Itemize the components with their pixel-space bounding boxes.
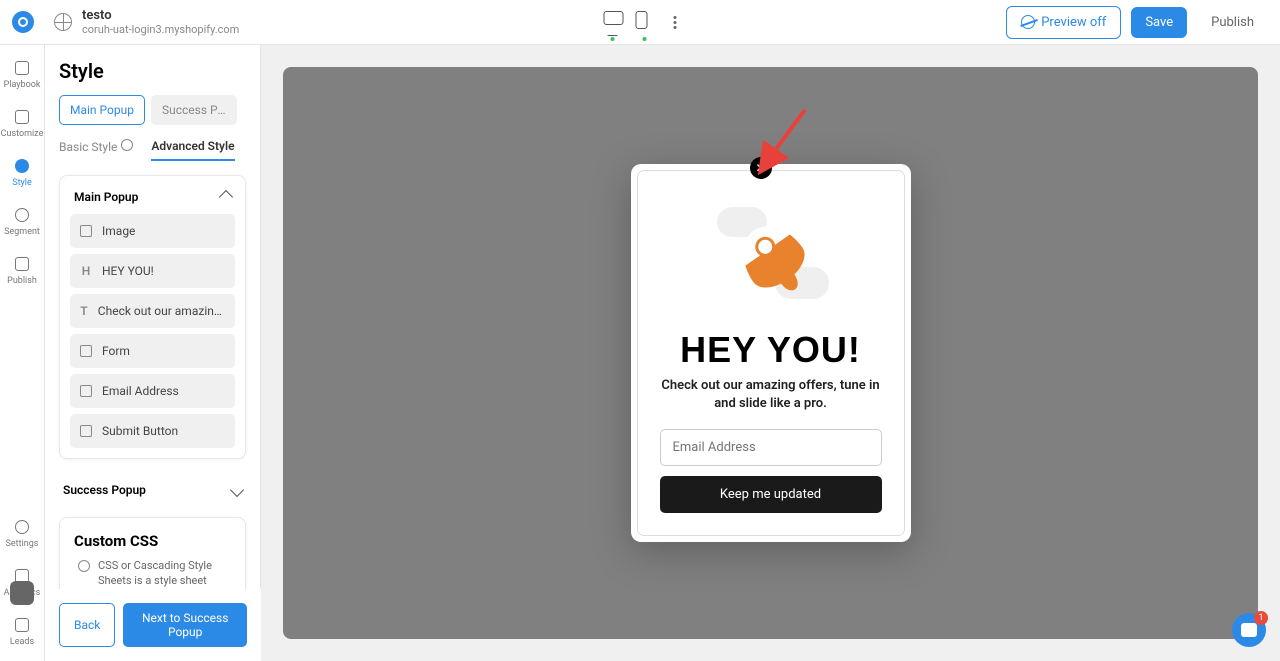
item-heading[interactable]: HHEY YOU!: [70, 254, 235, 288]
main-popup-header[interactable]: Main Popup: [70, 186, 235, 214]
submit-button[interactable]: Keep me updated: [660, 476, 882, 513]
back-button[interactable]: Back: [59, 603, 115, 647]
email-icon: [80, 385, 92, 397]
pill-success-popup[interactable]: Success Po...: [151, 95, 237, 125]
eye-off-icon: [1021, 15, 1035, 29]
preview-label: Preview off: [1041, 15, 1106, 30]
h-icon: H: [80, 264, 92, 278]
device-desktop-button[interactable]: [604, 11, 622, 33]
popup-subtext: Check out our amazing offers, tune in an…: [660, 377, 882, 413]
nav-playbook[interactable]: Playbook: [0, 59, 44, 90]
chevron-up-icon: [219, 190, 233, 204]
panel-footer: Back Next to Success Popup: [45, 589, 261, 661]
app-logo[interactable]: [12, 11, 34, 33]
item-form[interactable]: Form: [70, 334, 235, 368]
nav-style[interactable]: Style: [0, 157, 44, 188]
site-info: testo coruh-uat-login3.myshopify.com: [82, 8, 239, 37]
css-title: Custom CSS: [74, 532, 231, 550]
publish-button[interactable]: Publish: [1197, 7, 1268, 38]
popup-preview: ✕ HEY YOU! Check out our amazing offers,…: [631, 164, 911, 542]
globe-icon: [54, 13, 72, 31]
device-mobile-button[interactable]: [636, 11, 654, 33]
tab-advanced-style[interactable]: Advanced Style: [151, 139, 234, 161]
chat-widget[interactable]: 1: [1232, 613, 1266, 647]
nav-settings[interactable]: Settings: [0, 518, 44, 549]
bag-icon[interactable]: [10, 581, 34, 605]
preview-button[interactable]: Preview off: [1006, 6, 1121, 39]
canvas-area: ✕ HEY YOU! Check out our amazing offers,…: [261, 45, 1280, 661]
pill-main-popup[interactable]: Main Popup: [59, 95, 145, 125]
item-submit[interactable]: Submit Button: [70, 414, 235, 448]
chat-badge: 1: [1254, 611, 1268, 625]
form-icon: [80, 345, 92, 357]
topbar: testo coruh-uat-login3.myshopify.com Pre…: [0, 0, 1280, 45]
main-popup-card: Main Popup Image HHEY YOU! TCheck out ou…: [59, 175, 246, 459]
site-title: testo: [82, 8, 239, 24]
sidenav: Playbook Customize Style Segment Publish…: [0, 45, 45, 661]
button-icon: [80, 425, 92, 437]
item-image[interactable]: Image: [70, 214, 235, 248]
nav-publish[interactable]: Publish: [0, 255, 44, 286]
rocket-image: [711, 199, 831, 309]
image-icon: [80, 225, 92, 237]
nav-leads[interactable]: Leads: [0, 616, 44, 647]
chat-icon: [1241, 623, 1257, 637]
success-popup-row[interactable]: Success Popup: [59, 473, 246, 507]
style-panel: Style Main Popup Success Po... Basic Sty…: [45, 45, 261, 661]
pointer-arrow: [755, 106, 815, 176]
item-text[interactable]: TCheck out our amazing offers, tune...: [70, 294, 235, 328]
tab-basic-style[interactable]: Basic Style: [59, 139, 133, 161]
email-input[interactable]: [660, 429, 882, 466]
t-icon: T: [80, 304, 88, 318]
chevron-down-icon: [230, 483, 244, 497]
preview-backdrop: ✕ HEY YOU! Check out our amazing offers,…: [283, 67, 1258, 639]
site-domain: coruh-uat-login3.myshopify.com: [82, 23, 239, 36]
nav-customize[interactable]: Customize: [0, 108, 44, 139]
info-icon: [78, 560, 90, 572]
nav-segment[interactable]: Segment: [0, 206, 44, 237]
next-button[interactable]: Next to Success Popup: [123, 603, 247, 647]
save-button[interactable]: Save: [1131, 7, 1187, 38]
panel-title: Style: [59, 59, 246, 83]
more-menu-icon[interactable]: [674, 16, 677, 29]
popup-heading: HEY YOU!: [680, 329, 861, 371]
info-icon: [121, 139, 133, 151]
item-email[interactable]: Email Address: [70, 374, 235, 408]
device-switcher: [604, 11, 677, 33]
